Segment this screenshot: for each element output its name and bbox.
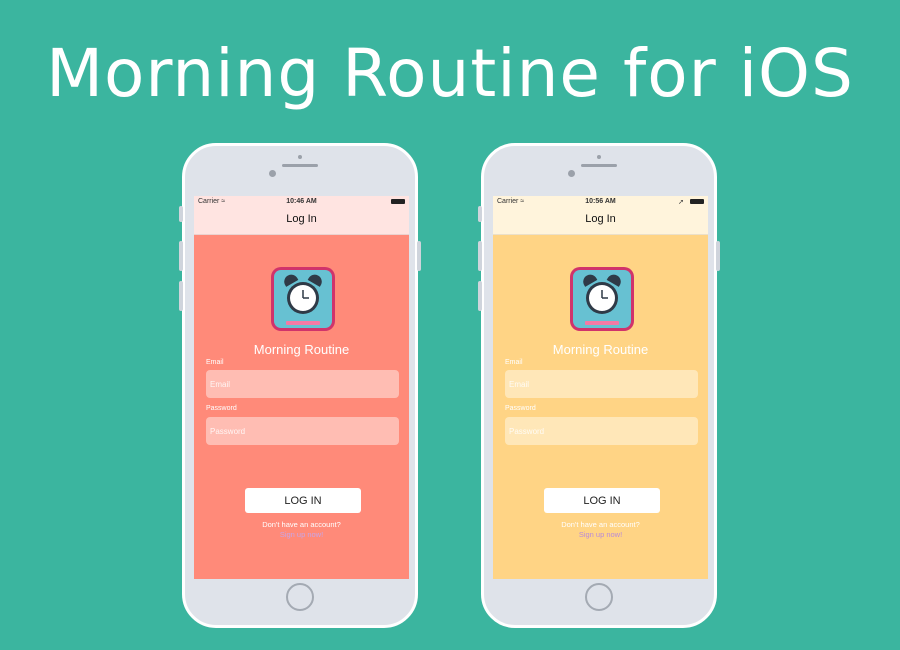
password-field[interactable] bbox=[206, 417, 399, 445]
signup-link[interactable]: Sign up now! bbox=[194, 530, 409, 539]
nav-title: Log In bbox=[194, 208, 409, 235]
email-label: Email bbox=[505, 359, 523, 366]
signup-link[interactable]: Sign up now! bbox=[493, 530, 708, 539]
login-button[interactable]: LOG IN bbox=[544, 488, 660, 513]
volume-up-button bbox=[179, 241, 183, 271]
headline: Morning Routine for iOS bbox=[46, 35, 854, 112]
login-button[interactable]: LOG IN bbox=[245, 488, 361, 513]
mute-switch bbox=[478, 206, 482, 222]
sensor-dot bbox=[298, 155, 302, 159]
phone-screen: Carrier ≈ 10:46 AM Log In Morning Routin… bbox=[194, 196, 409, 579]
password-label: Password bbox=[505, 405, 536, 412]
phone-frame-yellow: Carrier ≈ 10:56 AM ➚ Log In Morning Rout… bbox=[478, 143, 720, 628]
volume-down-button bbox=[179, 281, 183, 311]
status-bar: Carrier ≈ 10:46 AM bbox=[194, 196, 409, 208]
top-bars: Carrier ≈ 10:46 AM Log In bbox=[194, 196, 409, 235]
email-label: Email bbox=[206, 359, 224, 366]
home-button[interactable] bbox=[286, 583, 314, 611]
top-bars: Carrier ≈ 10:56 AM ➚ Log In bbox=[493, 196, 708, 235]
front-camera bbox=[568, 170, 575, 177]
alarm-clock-app-icon bbox=[271, 267, 335, 331]
power-button bbox=[417, 241, 421, 271]
volume-up-button bbox=[478, 241, 482, 271]
password-label: Password bbox=[206, 405, 237, 412]
status-time: 10:46 AM bbox=[286, 198, 317, 205]
email-field[interactable] bbox=[206, 370, 399, 398]
phone-frame-salmon: Carrier ≈ 10:46 AM Log In Morning Routin… bbox=[179, 143, 421, 628]
mute-switch bbox=[179, 206, 183, 222]
alarm-clock-app-icon bbox=[570, 267, 634, 331]
nav-title: Log In bbox=[493, 208, 708, 235]
location-icon: ➚ bbox=[678, 199, 684, 206]
phone-screen: Carrier ≈ 10:56 AM ➚ Log In Morning Rout… bbox=[493, 196, 708, 579]
status-bar: Carrier ≈ 10:56 AM ➚ bbox=[493, 196, 708, 208]
sensor-dot bbox=[597, 155, 601, 159]
home-button[interactable] bbox=[585, 583, 613, 611]
battery-icon bbox=[690, 199, 704, 204]
earpiece-speaker bbox=[282, 164, 318, 167]
email-field[interactable] bbox=[505, 370, 698, 398]
front-camera bbox=[269, 170, 276, 177]
login-content: Morning Routine Email Password LOG IN Do… bbox=[493, 234, 708, 579]
volume-down-button bbox=[478, 281, 482, 311]
battery-icon bbox=[391, 199, 405, 204]
no-account-text: Don't have an account? bbox=[561, 520, 640, 529]
power-button bbox=[716, 241, 720, 271]
password-field[interactable] bbox=[505, 417, 698, 445]
app-name: Morning Routine bbox=[253, 342, 350, 357]
status-time: 10:56 AM bbox=[585, 198, 616, 205]
no-account-text: Don't have an account? bbox=[262, 520, 341, 529]
login-content: Morning Routine Email Password LOG IN Do… bbox=[194, 234, 409, 579]
earpiece-speaker bbox=[581, 164, 617, 167]
app-name: Morning Routine bbox=[552, 342, 649, 357]
